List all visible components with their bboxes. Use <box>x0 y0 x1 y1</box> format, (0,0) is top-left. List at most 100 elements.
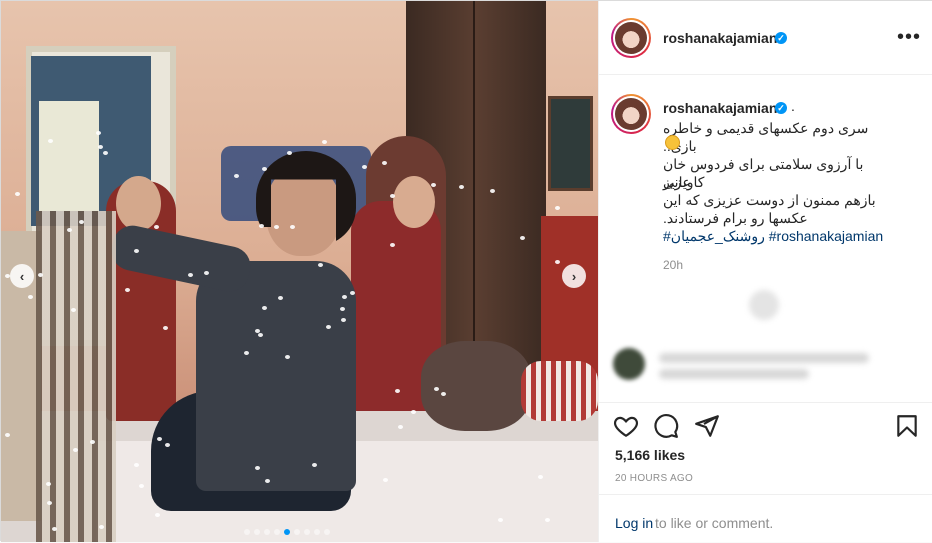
feather <box>98 145 103 149</box>
feather <box>441 392 446 396</box>
carousel-dot <box>294 529 300 535</box>
feather <box>382 161 387 165</box>
verified-icon: ✓ <box>775 32 787 44</box>
feather <box>498 518 503 522</box>
feather <box>350 291 355 295</box>
feather <box>538 475 543 479</box>
photo-woman-left-head <box>116 176 161 231</box>
chevron-left-icon: ‹ <box>19 268 25 284</box>
bookmark-icon[interactable] <box>894 413 920 439</box>
feather <box>555 260 560 264</box>
feather <box>157 437 162 441</box>
hashtag-link[interactable]: #roshanakajamian <box>769 228 883 244</box>
feather <box>326 325 331 329</box>
feather <box>411 410 416 414</box>
photo-wardrobe-seam <box>473 1 475 381</box>
post-sidebar: roshanakajamian ✓ ••• roshanakajamian ✓ … <box>598 1 932 542</box>
feather <box>154 225 159 229</box>
feather <box>265 479 270 483</box>
verified-icon: ✓ <box>775 102 787 114</box>
feather <box>52 527 57 531</box>
feather <box>73 448 78 452</box>
feather <box>139 484 144 488</box>
feather <box>255 466 260 470</box>
share-icon[interactable] <box>694 413 720 439</box>
post-actions: 5,166 likes 20 HOURS AGO Log in to like … <box>599 402 932 542</box>
post-header: roshanakajamian ✓ ••• <box>599 1 932 75</box>
carousel-dot <box>254 529 260 535</box>
more-options-icon[interactable]: ••• <box>897 25 921 49</box>
feather <box>259 224 264 228</box>
carousel-dot <box>264 529 270 535</box>
feather <box>204 271 209 275</box>
caption-username[interactable]: roshanakajamian <box>663 100 777 116</box>
post-timestamp: 20 HOURS AGO <box>615 473 694 484</box>
feather <box>362 165 367 169</box>
feather <box>434 387 439 391</box>
avatar-image <box>615 98 647 130</box>
feather <box>46 482 51 486</box>
carousel-indicator <box>244 529 330 535</box>
feather <box>545 518 550 522</box>
feather <box>125 288 130 292</box>
feather <box>285 355 290 359</box>
feather <box>383 478 388 482</box>
previous-slide-button[interactable]: ‹ <box>10 264 34 288</box>
feather <box>255 329 260 333</box>
feather <box>341 318 346 322</box>
post-media[interactable]: ‹ › <box>1 1 598 542</box>
feather <box>278 296 283 300</box>
photo-boy-body <box>196 261 356 491</box>
feather <box>431 183 436 187</box>
hashtag-link[interactable]: #روشنک_عجمیان <box>663 228 765 244</box>
feather <box>395 389 400 393</box>
carousel-dot <box>244 529 250 535</box>
login-link[interactable]: Log in <box>615 515 653 531</box>
feather <box>47 501 52 505</box>
feather <box>490 189 495 193</box>
feather <box>96 131 101 135</box>
feather <box>555 206 560 210</box>
caption-line: بازهم ممنون از دوست عزیزی که این <box>663 192 876 208</box>
photo-wall-picture <box>548 96 593 191</box>
feather <box>15 192 20 196</box>
feather <box>287 151 292 155</box>
feather <box>244 351 249 355</box>
photo-child-arm <box>521 361 598 421</box>
feather <box>5 433 10 437</box>
like-count[interactable]: 5,166 likes <box>615 447 685 463</box>
feather <box>398 425 403 429</box>
caption-trailing-dot: . <box>791 98 795 114</box>
header-username[interactable]: roshanakajamian <box>663 30 777 46</box>
feather <box>290 225 295 229</box>
feather <box>340 307 345 311</box>
feather <box>155 513 160 517</box>
avatar[interactable] <box>611 18 651 58</box>
feather <box>67 228 72 232</box>
login-prompt: Log in to like or comment. <box>599 494 932 543</box>
comment-icon[interactable] <box>653 413 679 439</box>
photo-pillow <box>421 341 531 431</box>
feather <box>274 225 279 229</box>
login-prompt-text: to like or comment. <box>655 515 774 531</box>
feather <box>258 333 263 337</box>
feather <box>165 443 170 447</box>
feather <box>71 308 76 312</box>
next-slide-button[interactable]: › <box>562 264 586 288</box>
carousel-dot <box>284 529 290 535</box>
loading-placeholder <box>749 290 779 320</box>
feather <box>134 249 139 253</box>
feather <box>90 440 95 444</box>
blurred-comment-text <box>659 353 869 363</box>
instagram-post: ‹ › roshanakajamian ✓ ••• roshanakajamia… <box>0 0 932 542</box>
feather <box>312 463 317 467</box>
caption-line: سری دوم عکسهای قدیمی و خاطره بازی.. <box>663 120 869 154</box>
carousel-dot <box>324 529 330 535</box>
photo-headboard <box>36 211 116 542</box>
blurred-comment-text <box>659 369 809 379</box>
feather <box>318 263 323 267</box>
feather <box>342 295 347 299</box>
caption-avatar[interactable] <box>611 94 651 134</box>
photo-scene <box>1 1 598 542</box>
heart-icon[interactable] <box>613 413 639 439</box>
